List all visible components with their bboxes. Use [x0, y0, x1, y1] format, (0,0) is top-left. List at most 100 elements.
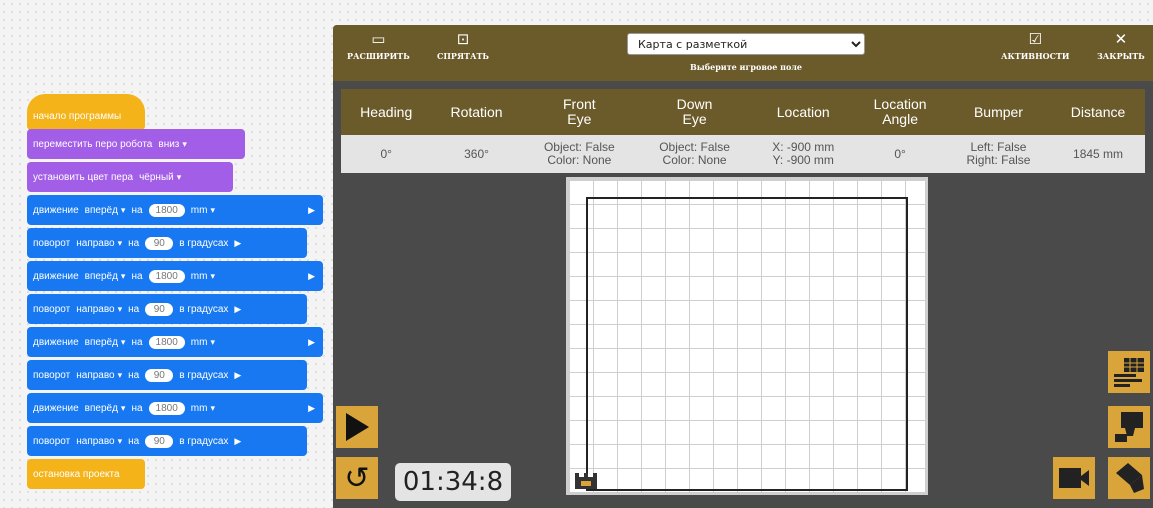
block-label: поворот: [33, 435, 71, 447]
telemetry-value: X: -900 mm Y: -900 mm: [752, 135, 855, 173]
block-label: установить цвет пера: [33, 171, 134, 183]
simulator-toolbar: ▭ РАСШИРИТЬ ⊡ СПРЯТАТЬ Карта с разметкой…: [333, 25, 1153, 81]
telemetry-value: 360°: [431, 135, 522, 173]
block-label: движение: [33, 270, 79, 282]
game-field-arena: [566, 177, 928, 495]
robot-icon: [575, 473, 597, 489]
angle-input[interactable]: 90: [145, 236, 174, 250]
direction-dropdown[interactable]: вперёд: [85, 205, 126, 216]
pen-color-block[interactable]: установить цвет пера чёрный: [27, 162, 233, 192]
block-label: на: [131, 402, 143, 414]
camera-top-button[interactable]: [1108, 406, 1150, 448]
block-label: поворот: [33, 237, 71, 249]
direction-dropdown[interactable]: вперёд: [85, 337, 126, 348]
turn-block[interactable]: поворот направо на 90 в градусах ▶: [27, 294, 307, 324]
reset-button[interactable]: ↺: [336, 457, 378, 499]
block-label: движение: [33, 336, 79, 348]
play-icon: ▶: [308, 402, 315, 413]
block-label: движение: [33, 204, 79, 216]
block-label: на: [131, 336, 143, 348]
telemetry-value: 0°: [854, 135, 946, 173]
run-button[interactable]: [336, 406, 378, 448]
turn-direction-dropdown[interactable]: направо: [76, 238, 122, 249]
play-icon: [346, 413, 369, 441]
close-button[interactable]: ✕ ЗАКРЫТЬ: [1097, 31, 1145, 61]
block-label: начало программы: [33, 110, 122, 122]
block-label: на: [128, 303, 140, 315]
block-label: поворот: [33, 303, 71, 315]
direction-dropdown[interactable]: вперёд: [85, 403, 126, 414]
turn-block[interactable]: поворот направо на 90 в градусах ▶: [27, 228, 307, 258]
move-block[interactable]: движение вперёд на 1800 mm ▶: [27, 261, 323, 291]
table-view-button[interactable]: [1108, 351, 1150, 393]
play-icon: ▶: [308, 270, 315, 281]
telemetry-header: Rotation: [431, 89, 522, 135]
turn-direction-dropdown[interactable]: направо: [76, 304, 122, 315]
play-icon: ▶: [234, 237, 242, 248]
telemetry-value: 0°: [341, 135, 432, 173]
block-label: на: [128, 237, 140, 249]
block-label: поворот: [33, 369, 71, 381]
distance-input[interactable]: 1800: [148, 401, 185, 415]
telemetry-header: Location: [752, 89, 855, 135]
window-hide-icon: ⊡: [456, 30, 470, 48]
camera-top-icon: [1115, 412, 1143, 442]
pen-position-dropdown[interactable]: вниз: [158, 139, 187, 150]
activities-label: АКТИВНОСТИ: [1001, 51, 1070, 61]
turn-block[interactable]: поворот направо на 90 в градусах ▶: [27, 426, 307, 456]
play-icon: ▶: [234, 435, 242, 446]
block-label: на: [131, 270, 143, 282]
turn-block[interactable]: поворот направо на 90 в градусах ▶: [27, 360, 307, 390]
robot-simulator-window: ▭ РАСШИРИТЬ ⊡ СПРЯТАТЬ Карта с разметкой…: [333, 25, 1153, 508]
turn-direction-dropdown[interactable]: направо: [76, 436, 122, 447]
window-expand-icon: ▭: [371, 30, 386, 48]
direction-dropdown[interactable]: вперёд: [85, 271, 126, 282]
telemetry-value: Left: False Right: False: [945, 135, 1052, 173]
expand-button[interactable]: ▭ РАСШИРИТЬ: [347, 31, 410, 61]
distance-input[interactable]: 1800: [148, 335, 185, 349]
move-block[interactable]: движение вперёд на 1800 mm ▶: [27, 393, 323, 423]
block-label: в градусах: [179, 435, 229, 447]
telemetry-header: Heading: [341, 89, 432, 135]
turn-direction-dropdown[interactable]: направо: [76, 370, 122, 381]
camera-rotate-button[interactable]: [1108, 457, 1150, 499]
telemetry-value: Object: False Color: None: [636, 135, 753, 173]
activities-button[interactable]: ☑ АКТИВНОСТИ: [1001, 31, 1069, 61]
distance-input[interactable]: 1800: [148, 203, 185, 217]
play-icon: ▶: [308, 336, 315, 347]
angle-input[interactable]: 90: [145, 302, 174, 316]
block-label: в градусах: [179, 369, 229, 381]
table-view-icon: [1114, 358, 1144, 387]
telemetry-table: Heading Rotation Front Eye Down Eye Location…: [341, 89, 1145, 173]
unit-dropdown[interactable]: mm: [191, 205, 215, 216]
run-timer: 01:34:8: [395, 463, 511, 501]
block-label: в градусах: [179, 303, 229, 315]
hide-label: СПРЯТАТЬ: [437, 51, 490, 61]
game-field-select[interactable]: Карта с разметкой: [627, 33, 865, 55]
block-label: движение: [33, 402, 79, 414]
video-camera-icon: [1059, 468, 1089, 488]
distance-input[interactable]: 1800: [148, 269, 185, 283]
camera-follow-button[interactable]: [1053, 457, 1095, 499]
camera-rotate-icon: [1116, 463, 1144, 493]
stop-project-block[interactable]: остановка проекта: [27, 459, 145, 489]
angle-input[interactable]: 90: [145, 368, 174, 382]
telemetry-header: Distance: [1051, 89, 1145, 135]
hide-button[interactable]: ⊡ СПРЯТАТЬ: [437, 31, 489, 61]
move-block[interactable]: движение вперёд на 1800 mm ▶: [27, 195, 323, 225]
move-block[interactable]: движение вперёд на 1800 mm ▶: [27, 327, 323, 357]
play-icon: ▶: [308, 204, 315, 215]
block-label: остановка проекта: [33, 468, 120, 480]
close-icon: ✕: [1114, 30, 1128, 48]
start-program-block[interactable]: начало программы: [27, 94, 145, 130]
unit-dropdown[interactable]: mm: [191, 337, 215, 348]
reset-icon: ↺: [344, 460, 370, 496]
telemetry-header: Down Eye: [636, 89, 753, 135]
unit-dropdown[interactable]: mm: [191, 271, 215, 282]
pen-move-block[interactable]: переместить перо робота вниз: [27, 129, 245, 159]
angle-input[interactable]: 90: [145, 434, 174, 448]
block-label: на: [128, 435, 140, 447]
expand-label: РАСШИРИТЬ: [347, 51, 410, 61]
pen-color-dropdown[interactable]: чёрный: [139, 172, 181, 183]
unit-dropdown[interactable]: mm: [191, 403, 215, 414]
